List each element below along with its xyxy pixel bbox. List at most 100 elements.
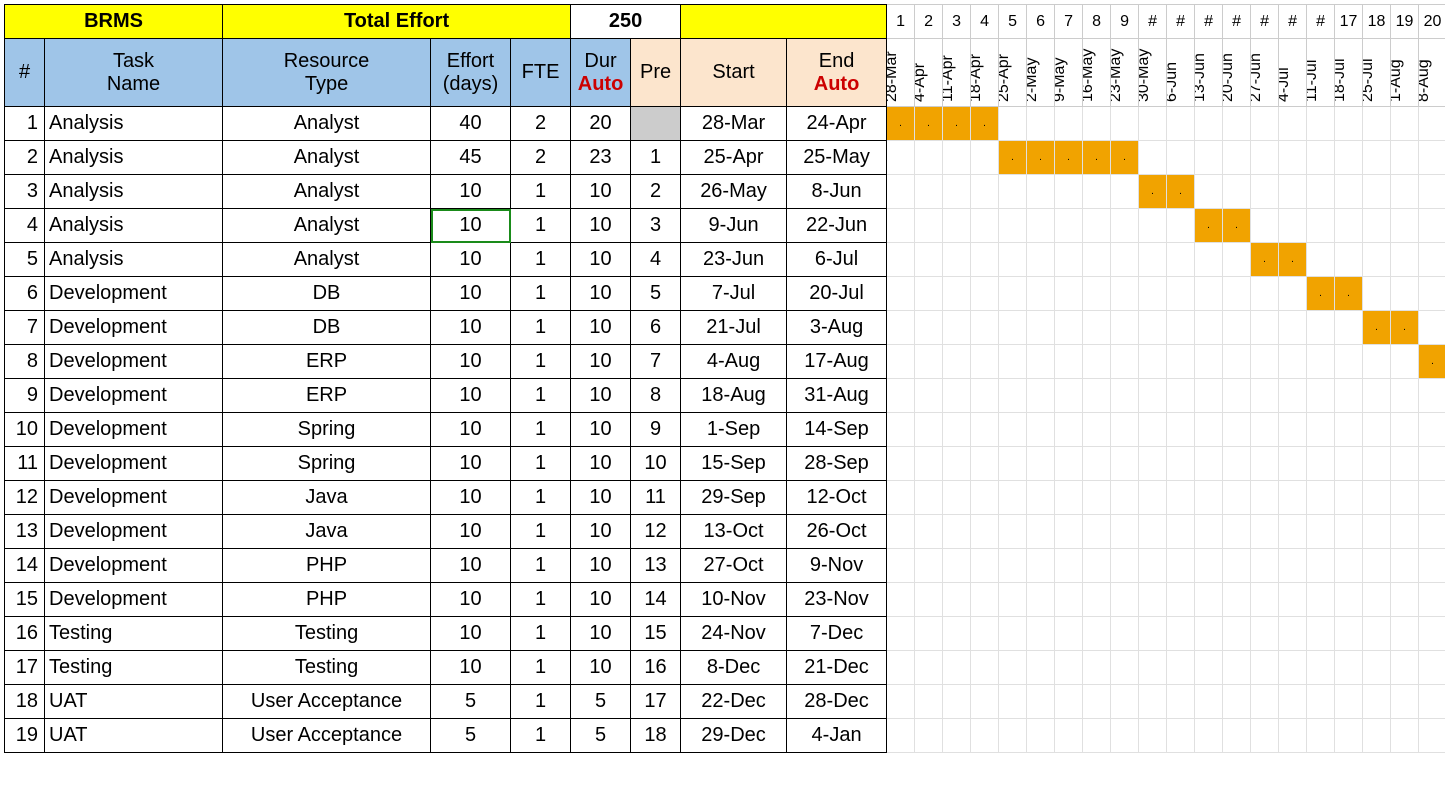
gantt-cell[interactable]: [1335, 685, 1363, 719]
week-number-15[interactable]: #: [1307, 5, 1335, 39]
gantt-cell[interactable]: [915, 481, 943, 515]
gantt-cell[interactable]: .: [1083, 141, 1111, 175]
pre-cell[interactable]: 18: [631, 719, 681, 753]
gantt-cell[interactable]: [1167, 651, 1195, 685]
gantt-cell[interactable]: [999, 243, 1027, 277]
dur-cell[interactable]: 10: [571, 175, 631, 209]
gantt-cell[interactable]: [1363, 719, 1391, 753]
gantt-cell[interactable]: [1055, 685, 1083, 719]
gantt-cell[interactable]: [1223, 447, 1251, 481]
gantt-cell[interactable]: [1335, 583, 1363, 617]
week-number-0[interactable]: 1: [887, 5, 915, 39]
gantt-cell[interactable]: [971, 413, 999, 447]
gantt-cell[interactable]: [1195, 243, 1223, 277]
gantt-cell[interactable]: [1083, 447, 1111, 481]
gantt-cell[interactable]: [971, 141, 999, 175]
gantt-cell[interactable]: [1167, 447, 1195, 481]
week-date-1[interactable]: 4-Apr: [915, 39, 943, 107]
week-date-6[interactable]: 9-May: [1055, 39, 1083, 107]
gantt-cell[interactable]: .: [1251, 243, 1279, 277]
gantt-cell[interactable]: [1083, 651, 1111, 685]
gantt-cell[interactable]: [915, 277, 943, 311]
start-cell[interactable]: 22-Dec: [681, 685, 787, 719]
gantt-cell[interactable]: [999, 583, 1027, 617]
gantt-cell[interactable]: [1363, 107, 1391, 141]
end-cell[interactable]: 4-Jan: [787, 719, 887, 753]
gantt-cell[interactable]: [915, 311, 943, 345]
gantt-cell[interactable]: [1335, 481, 1363, 515]
start-cell[interactable]: 29-Sep: [681, 481, 787, 515]
gantt-cell[interactable]: [943, 311, 971, 345]
gantt-cell[interactable]: [1391, 413, 1419, 447]
gantt-cell[interactable]: [1055, 175, 1083, 209]
effort-cell[interactable]: 5: [431, 719, 511, 753]
row-index[interactable]: 19: [5, 719, 45, 753]
hdr-fte[interactable]: FTE: [511, 39, 571, 107]
resource-type-cell[interactable]: Testing: [223, 651, 431, 685]
gantt-cell[interactable]: [971, 617, 999, 651]
gantt-cell[interactable]: [1195, 617, 1223, 651]
gantt-cell[interactable]: [1251, 413, 1279, 447]
gantt-cell[interactable]: [1167, 481, 1195, 515]
week-number-12[interactable]: #: [1223, 5, 1251, 39]
gantt-cell[interactable]: [1083, 617, 1111, 651]
gantt-cell[interactable]: [1195, 379, 1223, 413]
gantt-cell[interactable]: [1195, 447, 1223, 481]
effort-cell[interactable]: 10: [431, 549, 511, 583]
gantt-cell[interactable]: [1055, 515, 1083, 549]
dur-cell[interactable]: 10: [571, 447, 631, 481]
task-name-cell[interactable]: Development: [45, 549, 223, 583]
gantt-cell[interactable]: [1111, 379, 1139, 413]
gantt-cell[interactable]: [1279, 277, 1307, 311]
gantt-cell[interactable]: [915, 685, 943, 719]
gantt-cell[interactable]: [1223, 277, 1251, 311]
gantt-cell[interactable]: [943, 617, 971, 651]
gantt-cell[interactable]: [1167, 719, 1195, 753]
gantt-cell[interactable]: [915, 209, 943, 243]
row-index[interactable]: 2: [5, 141, 45, 175]
week-number-19[interactable]: 20: [1419, 5, 1445, 39]
gantt-cell[interactable]: [1195, 175, 1223, 209]
fte-cell[interactable]: 1: [511, 345, 571, 379]
gantt-cell[interactable]: [999, 651, 1027, 685]
gantt-cell[interactable]: [971, 549, 999, 583]
gantt-cell[interactable]: [971, 311, 999, 345]
gantt-cell[interactable]: [887, 481, 915, 515]
gantt-cell[interactable]: [1055, 107, 1083, 141]
gantt-cell[interactable]: [1083, 345, 1111, 379]
week-date-9[interactable]: 30-May: [1139, 39, 1167, 107]
gantt-cell[interactable]: [1307, 685, 1335, 719]
gantt-cell[interactable]: [1167, 243, 1195, 277]
pre-cell[interactable]: 12: [631, 515, 681, 549]
gantt-cell[interactable]: [1251, 651, 1279, 685]
gantt-cell[interactable]: [1139, 209, 1167, 243]
end-cell[interactable]: 6-Jul: [787, 243, 887, 277]
gantt-cell[interactable]: [1391, 277, 1419, 311]
gantt-cell[interactable]: .: [1419, 345, 1445, 379]
gantt-cell[interactable]: [1195, 311, 1223, 345]
gantt-cell[interactable]: [887, 515, 915, 549]
resource-type-cell[interactable]: Java: [223, 515, 431, 549]
dur-cell[interactable]: 5: [571, 719, 631, 753]
effort-cell[interactable]: 40: [431, 107, 511, 141]
gantt-cell[interactable]: [1167, 345, 1195, 379]
gantt-cell[interactable]: [1363, 515, 1391, 549]
gantt-cell[interactable]: [1139, 345, 1167, 379]
task-name-cell[interactable]: Development: [45, 413, 223, 447]
gantt-cell[interactable]: [1307, 447, 1335, 481]
gantt-cell[interactable]: [1027, 379, 1055, 413]
gantt-cell[interactable]: [1139, 583, 1167, 617]
gantt-cell[interactable]: [1251, 719, 1279, 753]
gantt-cell[interactable]: [1419, 209, 1445, 243]
effort-cell[interactable]: 45: [431, 141, 511, 175]
gantt-cell[interactable]: [1167, 515, 1195, 549]
gantt-cell[interactable]: [1251, 311, 1279, 345]
pre-cell[interactable]: 5: [631, 277, 681, 311]
gantt-cell[interactable]: [1391, 515, 1419, 549]
week-number-1[interactable]: 2: [915, 5, 943, 39]
week-date-0[interactable]: 28-Mar: [887, 39, 915, 107]
end-cell[interactable]: 8-Jun: [787, 175, 887, 209]
gantt-cell[interactable]: [887, 413, 915, 447]
resource-type-cell[interactable]: User Acceptance: [223, 685, 431, 719]
gantt-cell[interactable]: [1391, 685, 1419, 719]
